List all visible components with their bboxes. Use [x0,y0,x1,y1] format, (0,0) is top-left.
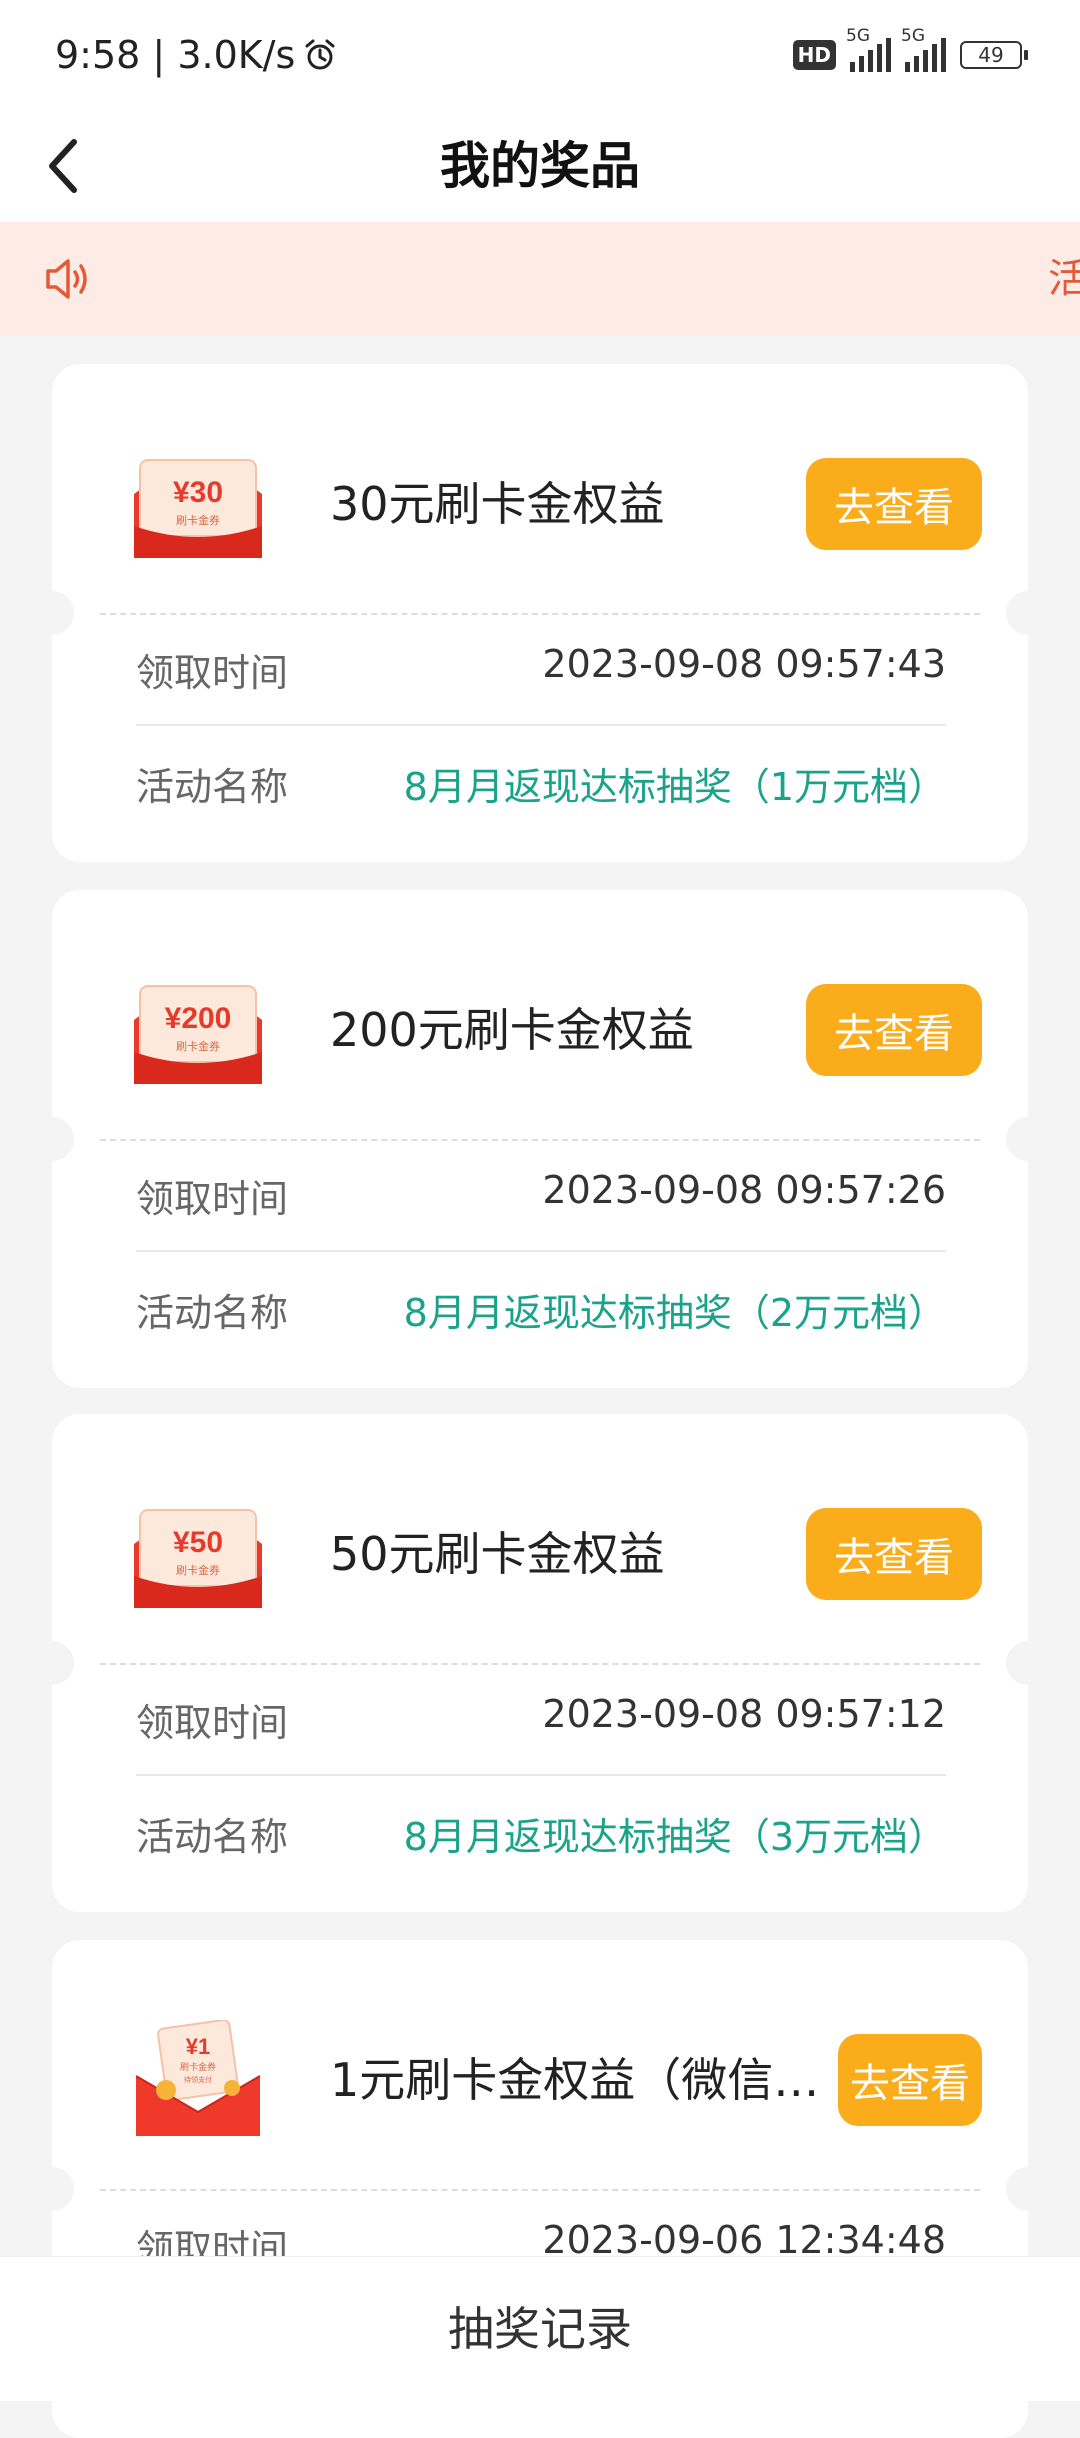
status-bar: 9:58 | 3.0K/s HD 5G 5G 49 [0,0,1080,110]
activity-label: 活动名称 [136,1815,289,1859]
battery-icon: 49 [960,41,1028,69]
signal-icon-2: 5G [901,26,946,72]
svg-text:¥30: ¥30 [173,476,223,509]
prize-card: ¥200 刷卡金券 200元刷卡金权益 去查看 领取时间 2023-09-08 … [30,890,1050,1388]
coupon-image: ¥50 刷卡金券 [134,1509,262,1608]
claim-time-label: 领取时间 [136,1701,289,1745]
view-button[interactable]: 去查看 [838,2034,982,2126]
network-speed: 3.0K/s [177,33,296,77]
prize-card: ¥50 刷卡金券 50元刷卡金权益 去查看 领取时间 2023-09-08 09… [30,1414,1050,1912]
activity-label: 活动名称 [136,765,289,809]
svg-text:¥50: ¥50 [173,1526,223,1559]
activity-value: 8月月返现达标抽奖（1万元档） [403,765,946,809]
signal-icon-1: 5G [846,26,891,72]
alarm-icon [305,39,335,70]
hd-badge: HD [792,40,836,70]
svg-text:刷卡金券: 刷卡金券 [176,513,220,527]
lottery-record-button[interactable]: 抽奖记录 [0,2256,1080,2401]
status-left: 9:58 | 3.0K/s [55,33,337,77]
status-right: HD 5G 5G 49 [792,26,1028,72]
view-button[interactable]: 去查看 [806,984,982,1076]
prize-name: 30元刷卡金权益 [330,477,665,531]
claim-time-value: 2023-09-08 09:57:12 [542,1692,946,1736]
view-button[interactable]: 去查看 [806,458,982,550]
red-envelope-image: ¥1 刷卡金券 待领支付 [135,2020,261,2136]
svg-text:¥1: ¥1 [186,2034,211,2059]
claim-time-value: 2023-09-08 09:57:26 [542,1168,946,1212]
svg-text:待领支付: 待领支付 [184,2075,212,2084]
claim-time-label: 领取时间 [136,651,289,695]
claim-time-label: 领取时间 [136,1177,289,1221]
page-title: 我的奖品 [440,137,640,195]
coupon-image: ¥30 刷卡金券 [134,459,262,558]
activity-label: 活动名称 [136,1291,289,1335]
svg-text:刷卡金券: 刷卡金券 [180,2061,216,2073]
prize-card: ¥30 刷卡金券 30元刷卡金权益 去查看 领取时间 2023-09-08 09… [30,364,1050,862]
prize-name: 200元刷卡金权益 [330,1003,694,1057]
svg-text:刷卡金券: 刷卡金券 [176,1563,220,1577]
notice-bar[interactable]: 活 [0,222,1080,336]
svg-text:¥200: ¥200 [165,1002,232,1035]
claim-time-value: 2023-09-08 09:57:43 [542,642,946,686]
clock: 9:58 [55,33,141,77]
battery-level: 49 [960,41,1022,69]
svg-text:刷卡金券: 刷卡金券 [176,1039,220,1053]
prize-name: 1元刷卡金权益（微信… [330,2053,820,2107]
view-button[interactable]: 去查看 [806,1508,982,1600]
activity-value: 8月月返现达标抽奖（2万元档） [403,1291,946,1335]
notice-text: 活 [1048,256,1080,302]
prize-name: 50元刷卡金权益 [330,1527,665,1581]
nav-bar: 我的奖品 [0,110,1080,222]
coupon-image: ¥200 刷卡金券 [134,985,262,1084]
activity-value: 8月月返现达标抽奖（3万元档） [403,1815,946,1859]
speaker-icon [46,259,87,299]
